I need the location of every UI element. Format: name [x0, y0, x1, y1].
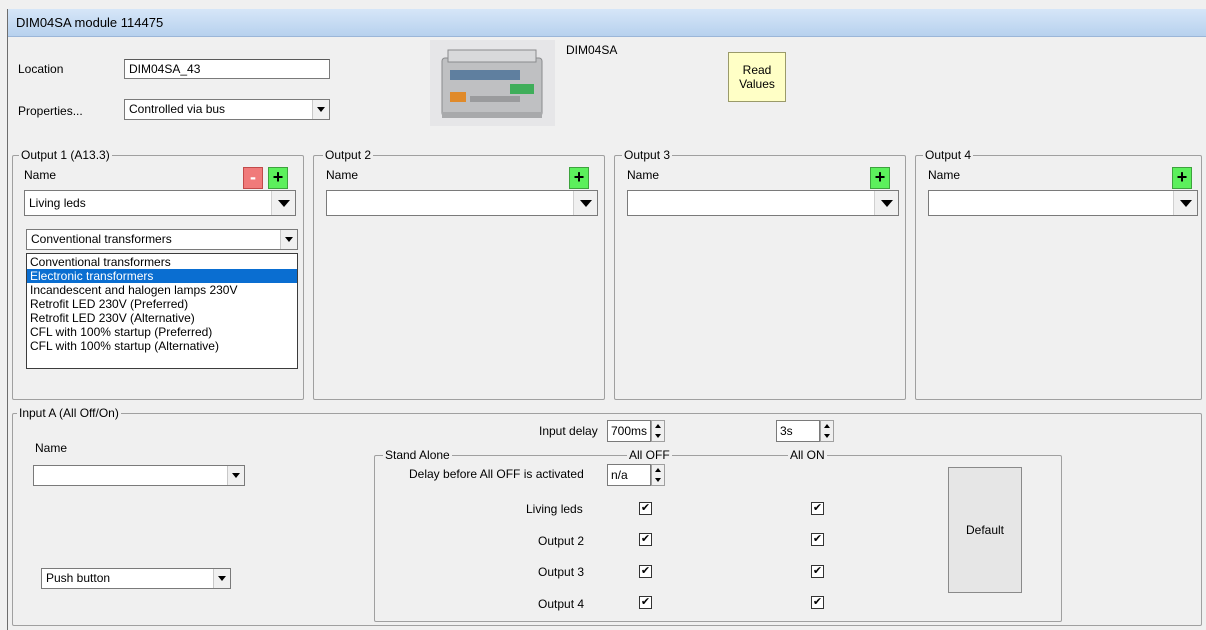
remove-output-1-button[interactable]: - [243, 167, 263, 189]
location-label: Location [18, 62, 64, 76]
output-3-name-select[interactable] [627, 190, 899, 216]
output-2-name-label: Name [326, 168, 359, 182]
input-delay-spin-buttons[interactable] [651, 420, 665, 442]
output-1-name-value: Living leds [29, 196, 86, 210]
output-1-name-label: Name [24, 168, 57, 182]
input-a-title: Input A (All Off/On) [17, 406, 121, 420]
all-off-header: All OFF [627, 448, 672, 462]
chevron-down-icon[interactable] [227, 466, 244, 485]
delay-before-all-off-spin-buttons[interactable] [651, 464, 665, 486]
load-type-option[interactable]: Retrofit LED 230V (Preferred) [27, 297, 297, 311]
module-caption: DIM04SA [566, 43, 618, 57]
load-type-option[interactable]: CFL with 100% startup (Alternative) [27, 339, 297, 353]
properties-select[interactable]: Controlled via bus [124, 99, 330, 120]
standalone-row-label: Output 3 [538, 565, 585, 579]
load-type-option[interactable]: Retrofit LED 230V (Alternative) [27, 311, 297, 325]
chevron-down-icon[interactable] [573, 191, 597, 215]
chevron-down-icon[interactable] [1173, 191, 1197, 215]
window-left-border [7, 9, 8, 630]
load-type-option[interactable]: Conventional transformers [27, 255, 297, 269]
chevron-down-icon[interactable] [213, 569, 230, 588]
all-on-checkbox[interactable]: ✔ [811, 533, 824, 546]
default-button[interactable]: Default [948, 467, 1022, 593]
standalone-row-label: Output 2 [538, 534, 585, 548]
all-on-checkbox[interactable]: ✔ [811, 502, 824, 515]
second-delay-spin-buttons[interactable] [820, 420, 834, 442]
add-output-1-button[interactable]: + [268, 167, 288, 189]
standalone-title: Stand Alone [383, 448, 452, 462]
add-output-4-button[interactable]: + [1172, 167, 1192, 189]
chevron-down-icon[interactable] [280, 230, 297, 249]
standalone-row-label: Living leds [526, 502, 583, 516]
read-values-button[interactable]: Read Values [728, 52, 786, 102]
output-3-title: Output 3 [622, 148, 673, 162]
all-off-checkbox[interactable]: ✔ [639, 502, 652, 515]
chevron-down-icon[interactable] [271, 191, 295, 215]
properties-label: Properties... [18, 104, 83, 118]
load-type-option[interactable]: CFL with 100% startup (Preferred) [27, 325, 297, 339]
input-a-name-label: Name [35, 441, 68, 455]
load-type-option-selected[interactable]: Electronic transformers [27, 269, 297, 283]
delay-before-all-off-spinner[interactable]: n/a [607, 464, 651, 486]
dimmer-module-icon [430, 40, 555, 126]
all-on-checkbox[interactable]: ✔ [811, 596, 824, 609]
add-output-2-button[interactable]: + [569, 167, 589, 189]
button-type-value: Push button [46, 571, 111, 585]
read-values-label-2: Values [739, 77, 775, 91]
output-4-name-select[interactable] [928, 190, 1198, 216]
chevron-down-icon[interactable] [312, 100, 329, 119]
load-type-option[interactable]: Incandescent and halogen lamps 230V [27, 283, 297, 297]
location-input[interactable]: DIM04SA_43 [124, 59, 330, 79]
standalone-row-label: Output 4 [538, 597, 585, 611]
output-1-load-type-select[interactable]: Conventional transformers [26, 229, 298, 250]
output-4-name-label: Name [928, 168, 961, 182]
all-on-checkbox[interactable]: ✔ [811, 565, 824, 578]
properties-select-value: Controlled via bus [129, 102, 226, 116]
all-off-checkbox[interactable]: ✔ [639, 565, 652, 578]
output-4-title: Output 4 [923, 148, 974, 162]
load-type-dropdown-list[interactable]: Conventional transformers Electronic tra… [26, 253, 298, 369]
read-values-label-1: Read [742, 63, 772, 77]
input-a-name-select[interactable] [33, 465, 245, 486]
output-1-title: Output 1 (A13.3) [19, 148, 112, 162]
input-delay-label: Input delay [539, 424, 598, 438]
output-3-name-label: Name [627, 168, 660, 182]
delay-before-all-off-label: Delay before All OFF is activated [409, 467, 584, 481]
all-off-checkbox[interactable]: ✔ [639, 533, 652, 546]
output-1-load-type-value: Conventional transformers [31, 232, 172, 246]
add-output-3-button[interactable]: + [870, 167, 890, 189]
output-1-name-select[interactable]: Living leds [24, 190, 296, 216]
module-image [430, 40, 555, 126]
second-delay-spinner[interactable]: 3s [776, 420, 820, 442]
all-off-checkbox[interactable]: ✔ [639, 596, 652, 609]
window-title: DIM04SA module 114475 [8, 9, 1206, 37]
button-type-select[interactable]: Push button [41, 568, 231, 589]
all-on-header: All ON [788, 448, 827, 462]
chevron-down-icon[interactable] [874, 191, 898, 215]
output-2-name-select[interactable] [326, 190, 598, 216]
output-2-title: Output 2 [323, 148, 374, 162]
input-delay-spinner[interactable]: 700ms [607, 420, 651, 442]
